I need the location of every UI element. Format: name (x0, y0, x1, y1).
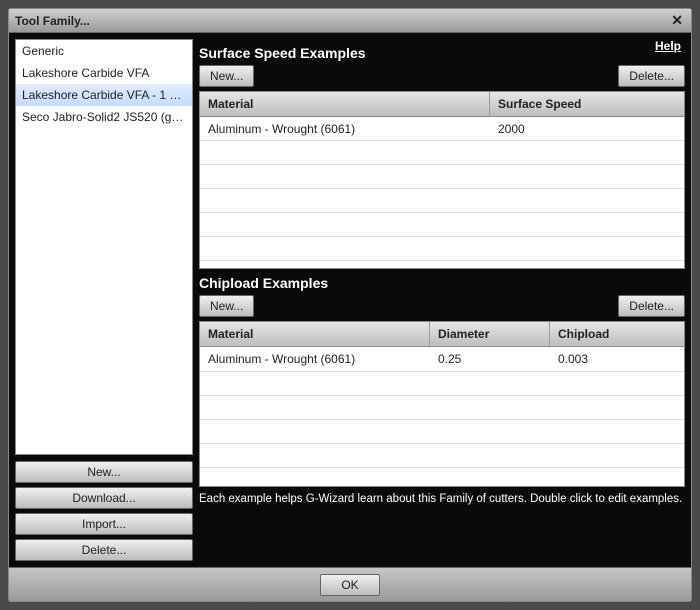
titlebar: Tool Family... ✕ (9, 9, 691, 33)
cell-diameter: 0.25 (430, 347, 550, 371)
chipload-title: Chipload Examples (199, 275, 685, 291)
dialog-body: Generic Lakeshore Carbide VFA Lakeshore … (9, 33, 691, 567)
table-row[interactable] (200, 165, 684, 189)
chipload-grid[interactable]: Material Diameter Chipload Aluminum - Wr… (199, 321, 685, 487)
col-material[interactable]: Material (200, 322, 430, 346)
ok-button[interactable]: OK (320, 574, 380, 596)
window-title: Tool Family... (15, 14, 669, 28)
cell-speed: 2000 (490, 117, 684, 140)
left-button-group: New... Download... Import... Delete... (15, 461, 193, 561)
family-list[interactable]: Generic Lakeshore Carbide VFA Lakeshore … (15, 39, 193, 455)
surface-speed-section: Surface Speed Examples New... Delete... … (199, 39, 685, 269)
table-row[interactable] (200, 237, 684, 261)
table-row[interactable]: Aluminum - Wrought (6061) 2000 (200, 117, 684, 141)
surface-speed-toolbar: New... Delete... (199, 65, 685, 87)
chipload-section: Chipload Examples New... Delete... Mater… (199, 269, 685, 487)
new-family-button[interactable]: New... (15, 461, 193, 483)
col-material[interactable]: Material (200, 92, 490, 116)
col-surface-speed[interactable]: Surface Speed (490, 92, 684, 116)
dialog-footer: OK (9, 567, 691, 601)
cell-chipload: 0.003 (550, 347, 684, 371)
chipload-delete-button[interactable]: Delete... (618, 295, 685, 317)
surface-speed-grid[interactable]: Material Surface Speed Aluminum - Wrough… (199, 91, 685, 269)
hint-text: Each example helps G-Wizard learn about … (199, 493, 685, 505)
import-family-button[interactable]: Import... (15, 513, 193, 535)
cell-material: Aluminum - Wrought (6061) (200, 117, 490, 140)
chipload-toolbar: New... Delete... (199, 295, 685, 317)
list-item[interactable]: Lakeshore Carbide VFA - 1 Example (16, 84, 192, 106)
surface-speed-grid-header: Material Surface Speed (200, 92, 684, 117)
close-icon[interactable]: ✕ (669, 12, 685, 29)
download-family-button[interactable]: Download... (15, 487, 193, 509)
spacer (260, 295, 612, 317)
left-pane: Generic Lakeshore Carbide VFA Lakeshore … (15, 39, 193, 561)
table-row[interactable] (200, 261, 684, 269)
list-item[interactable]: Seco Jabro-Solid2 JS520 (general) (16, 106, 192, 128)
list-item[interactable]: Lakeshore Carbide VFA (16, 62, 192, 84)
spacer (260, 65, 612, 87)
table-row[interactable] (200, 141, 684, 165)
table-row[interactable] (200, 420, 684, 444)
table-row[interactable] (200, 372, 684, 396)
surface-speed-new-button[interactable]: New... (199, 65, 254, 87)
tool-family-dialog: Tool Family... ✕ Generic Lakeshore Carbi… (8, 8, 692, 602)
table-row[interactable] (200, 444, 684, 468)
surface-speed-delete-button[interactable]: Delete... (618, 65, 685, 87)
right-pane: Help Surface Speed Examples New... Delet… (199, 39, 685, 561)
table-row[interactable]: Aluminum - Wrought (6061) 0.25 0.003 (200, 347, 684, 372)
col-chipload[interactable]: Chipload (550, 322, 684, 346)
col-diameter[interactable]: Diameter (430, 322, 550, 346)
list-item[interactable]: Generic (16, 40, 192, 62)
table-row[interactable] (200, 396, 684, 420)
table-row[interactable] (200, 213, 684, 237)
chipload-grid-header: Material Diameter Chipload (200, 322, 684, 347)
surface-speed-title: Surface Speed Examples (199, 45, 685, 61)
cell-material: Aluminum - Wrought (6061) (200, 347, 430, 371)
chipload-new-button[interactable]: New... (199, 295, 254, 317)
delete-family-button[interactable]: Delete... (15, 539, 193, 561)
table-row[interactable] (200, 189, 684, 213)
help-link[interactable]: Help (655, 39, 681, 53)
